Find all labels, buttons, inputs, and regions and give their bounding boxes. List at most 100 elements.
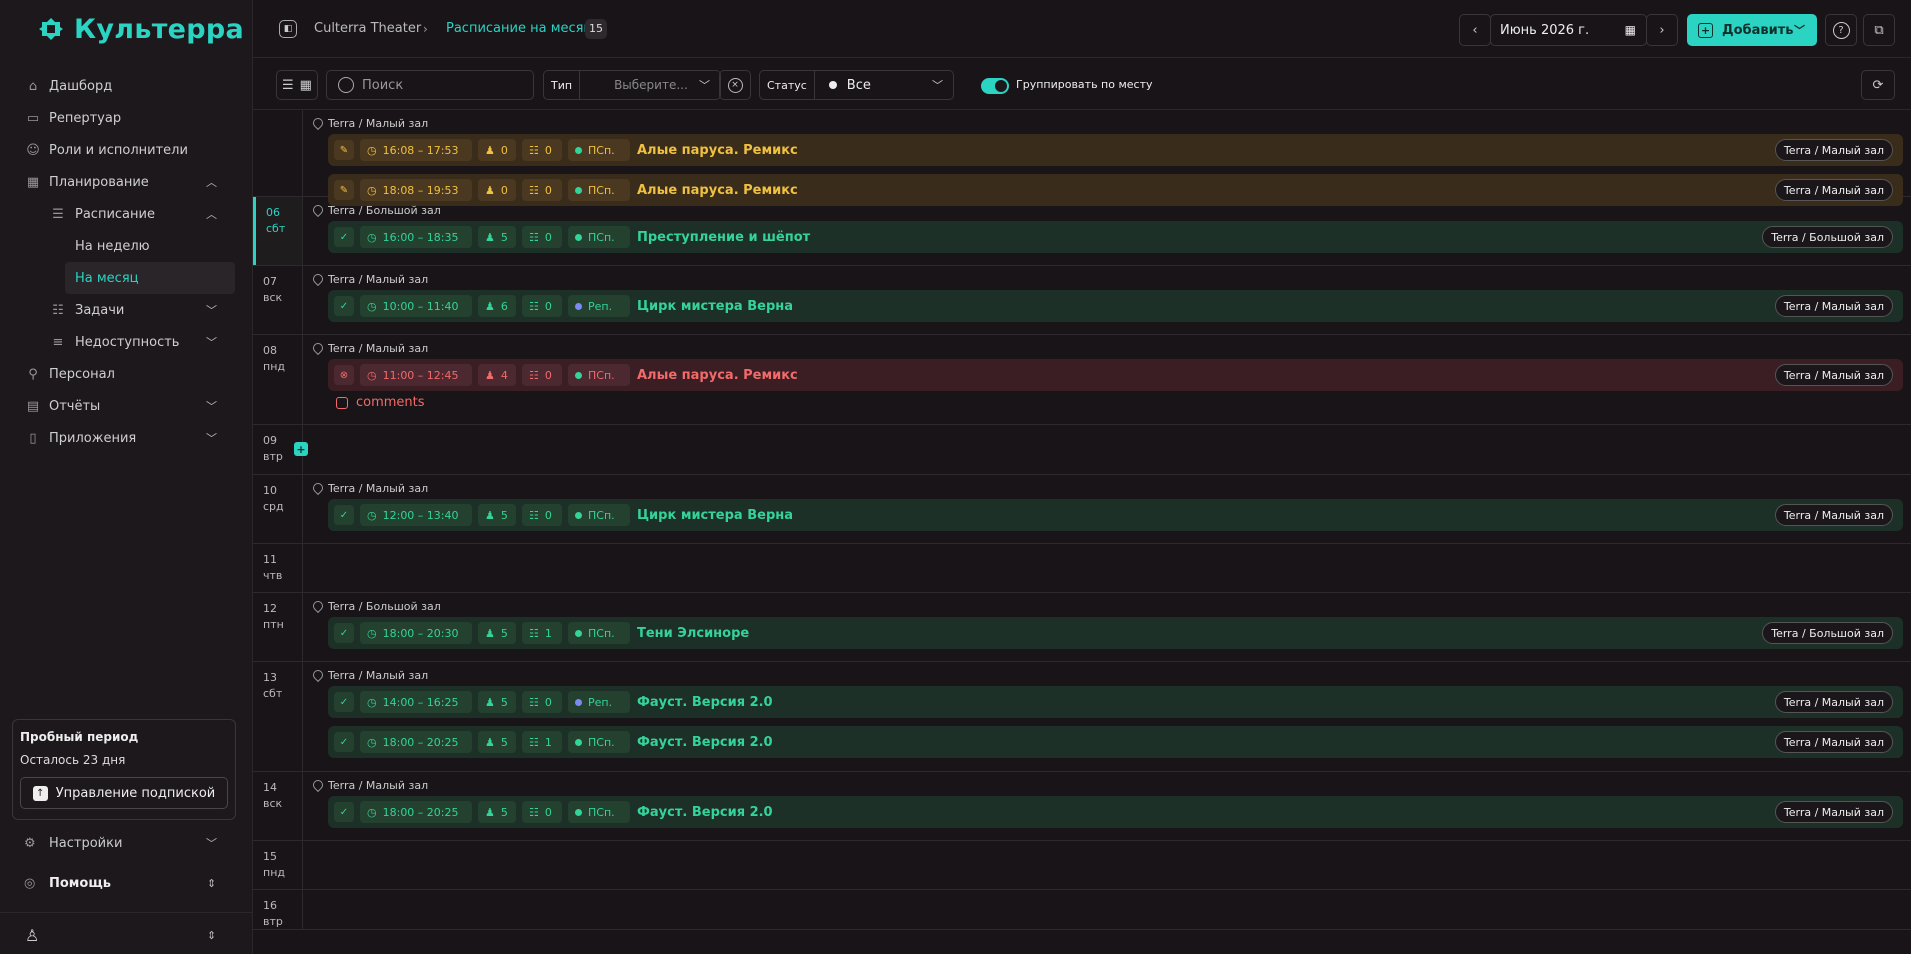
- collapse-sidebar-button[interactable]: ◧: [279, 20, 297, 38]
- event-card[interactable]: ⊗ ◷ 11:00 – 12:45 ♟ 4 ☷ 0 ПСп. Алые паруса. Реми…: [328, 359, 1903, 391]
- event-card[interactable]: ✎ ◷ 16:08 – 17:53 ♟ 0 ☷ 0 ПСп. Алые паруса. Реми…: [328, 134, 1903, 166]
- day-cell[interactable]: [253, 110, 303, 196]
- event-card[interactable]: ✓ ◷ 12:00 – 13:40 ♟ 5 ☷ 0 ПСп. Цирк мистера Верн…: [328, 499, 1903, 531]
- venue-header: Terra / Малый зал: [310, 271, 428, 287]
- time-pill: ◷ 18:00 – 20:30: [360, 622, 472, 644]
- check-icon[interactable]: ✓: [334, 505, 354, 525]
- check-icon[interactable]: ✓: [334, 623, 354, 643]
- app-logo[interactable]: Культерра: [0, 0, 252, 58]
- people-count: 5: [500, 626, 508, 640]
- day-cell[interactable]: 07 вск: [253, 266, 303, 334]
- event-card[interactable]: ✓ ◷ 18:00 – 20:30 ♟ 5 ☷ 1 ПСп. Тени Элсиноре Terr…: [328, 617, 1903, 649]
- tasks-icon: ☷: [529, 183, 539, 197]
- edit-icon[interactable]: ✎: [334, 140, 354, 160]
- sidebar: Культерра ⌂ Дашборд ▭ Репертуар ☺ Роли и ис…: [0, 0, 253, 954]
- check-icon[interactable]: ✓: [334, 227, 354, 247]
- group-toggle[interactable]: [981, 78, 1009, 94]
- day-cell[interactable]: 12 птн: [253, 593, 303, 661]
- day-row: 16 втр: [253, 890, 1911, 930]
- event-title[interactable]: Алые паруса. Ремикс: [637, 183, 798, 198]
- add-event-icon[interactable]: +: [294, 442, 308, 456]
- venue-name: Terra / Малый зал: [328, 481, 429, 495]
- breadcrumb-current: Расписание на месяц: [446, 21, 593, 36]
- list-view-icon[interactable]: ☰: [282, 78, 294, 93]
- sidebar-item-dashboard[interactable]: ⌂ Дашборд: [0, 70, 252, 102]
- list-icon: ☰: [52, 206, 64, 222]
- location-pin-icon: [310, 271, 326, 287]
- event-card[interactable]: ✓ ◷ 14:00 – 16:25 ♟ 5 ☷ 0 Реп. Фауст. Версия 2.0…: [328, 686, 1903, 718]
- day-cell[interactable]: 16 втр: [253, 890, 303, 929]
- event-title[interactable]: Цирк мистера Верна: [637, 299, 793, 314]
- check-icon[interactable]: ✓: [334, 802, 354, 822]
- people-count: 5: [500, 508, 508, 522]
- event-title[interactable]: Цирк мистера Верна: [637, 508, 793, 523]
- venue-name: Terra / Малый зал: [328, 116, 429, 130]
- day-cell[interactable]: 06 сбт: [253, 197, 303, 265]
- check-icon[interactable]: ✓: [334, 732, 354, 752]
- trial-panel: Пробный период Осталось 23 дня ↑ Управлен…: [12, 719, 236, 820]
- status-select[interactable]: Статус Все ﹀: [759, 70, 954, 100]
- day-cell[interactable]: 11 чтв: [253, 544, 303, 592]
- view-switcher[interactable]: ☰ ▦: [276, 70, 318, 100]
- event-title[interactable]: Тени Элсиноре: [637, 626, 749, 641]
- manage-subscription-button[interactable]: ↑ Управление подпиской: [20, 777, 228, 809]
- day-label: 11 чтв: [263, 552, 282, 584]
- clear-type-button[interactable]: ×: [719, 70, 751, 100]
- event-card[interactable]: ✓ ◷ 18:00 – 20:25 ♟ 5 ☷ 0 ПСп. Фауст. Версия 2.0…: [328, 796, 1903, 828]
- comments-link[interactable]: comments: [336, 395, 425, 410]
- sidebar-item-planning[interactable]: ▦ Планирование ︿: [0, 166, 252, 198]
- sidebar-item-help[interactable]: ◎ Помощь ⇕: [0, 867, 253, 899]
- check-icon[interactable]: ✓: [334, 692, 354, 712]
- tasks-icon: ☷: [529, 695, 539, 709]
- sidebar-item-reports[interactable]: ▤ Отчёты ﹀: [0, 390, 252, 422]
- sidebar-item-apps[interactable]: ▯ Приложения ﹀: [0, 422, 252, 454]
- sidebar-item-label: На неделю: [75, 238, 150, 254]
- sidebar-item-month[interactable]: На месяц: [65, 262, 235, 294]
- event-title[interactable]: Преступление и шёпот: [637, 230, 810, 245]
- search-input[interactable]: Поиск: [326, 70, 534, 100]
- sidebar-item-tasks[interactable]: ☷ Задачи ﹀: [0, 294, 252, 326]
- help-button[interactable]: ?: [1825, 14, 1857, 46]
- sidebar-item-schedule[interactable]: ☰ Расписание ︿: [0, 198, 252, 230]
- event-card[interactable]: ✓ ◷ 10:00 – 11:40 ♟ 6 ☷ 0 Реп. Цирк мистера Верн…: [328, 290, 1903, 322]
- calendar-view-icon[interactable]: ▦: [300, 78, 312, 93]
- cancelled-icon[interactable]: ⊗: [334, 365, 354, 385]
- chat-button[interactable]: ⧉: [1863, 14, 1895, 46]
- day-cell[interactable]: 14 вск: [253, 772, 303, 840]
- check-icon[interactable]: ✓: [334, 296, 354, 316]
- sidebar-item-roles[interactable]: ☺ Роли и исполнители: [0, 134, 252, 166]
- next-month-button[interactable]: ›: [1646, 14, 1678, 46]
- sidebar-item-staff[interactable]: ⚲ Персонал: [0, 358, 252, 390]
- sidebar-item-unavailability[interactable]: ≡ Недоступность ﹀: [0, 326, 252, 358]
- day-number: 14: [263, 781, 277, 794]
- day-cell[interactable]: 15 пнд: [253, 841, 303, 889]
- day-cell[interactable]: 08 пнд: [253, 335, 303, 424]
- event-time: 16:00 – 18:35: [382, 230, 459, 244]
- type-select[interactable]: Тип Выберите... ﹀: [543, 70, 721, 100]
- event-title[interactable]: Фауст. Версия 2.0: [637, 695, 773, 710]
- prev-month-button[interactable]: ‹: [1459, 14, 1491, 46]
- clock-icon: ◷: [367, 695, 377, 709]
- event-title[interactable]: Фауст. Версия 2.0: [637, 735, 773, 750]
- add-button[interactable]: + Добавить ﹀: [1687, 14, 1817, 46]
- refresh-button[interactable]: ⟳: [1861, 70, 1895, 100]
- event-title[interactable]: Алые паруса. Ремикс: [637, 368, 798, 383]
- chevron-down-icon: ﹀: [206, 304, 217, 317]
- event-kind: ПСп.: [588, 508, 615, 522]
- sidebar-item-repertoire[interactable]: ▭ Репертуар: [0, 102, 252, 134]
- event-card[interactable]: ✓ ◷ 16:00 – 18:35 ♟ 5 ☷ 0 ПСп. Преступление и шё…: [328, 221, 1903, 253]
- event-title[interactable]: Фауст. Версия 2.0: [637, 805, 773, 820]
- venue-name: Terra / Большой зал: [328, 599, 441, 613]
- event-card[interactable]: ✓ ◷ 18:00 – 20:25 ♟ 5 ☷ 1 ПСп. Фауст. Версия 2.0…: [328, 726, 1903, 758]
- user-menu[interactable]: ♙ ⇕: [0, 919, 253, 951]
- tasks-icon: ☷: [529, 508, 539, 522]
- people-icon: ♟: [485, 230, 495, 244]
- day-number: 07: [263, 275, 277, 288]
- event-title[interactable]: Алые паруса. Ремикс: [637, 143, 798, 158]
- month-picker[interactable]: Июнь 2026 г. ▦: [1490, 14, 1647, 46]
- sidebar-item-week[interactable]: На неделю: [0, 230, 252, 262]
- day-cell[interactable]: 13 сбт: [253, 662, 303, 771]
- sidebar-item-settings[interactable]: ⚙ Настройки ﹀: [0, 827, 253, 859]
- breadcrumb-root[interactable]: Culterra Theater: [314, 21, 421, 36]
- day-cell[interactable]: 10 срд: [253, 475, 303, 543]
